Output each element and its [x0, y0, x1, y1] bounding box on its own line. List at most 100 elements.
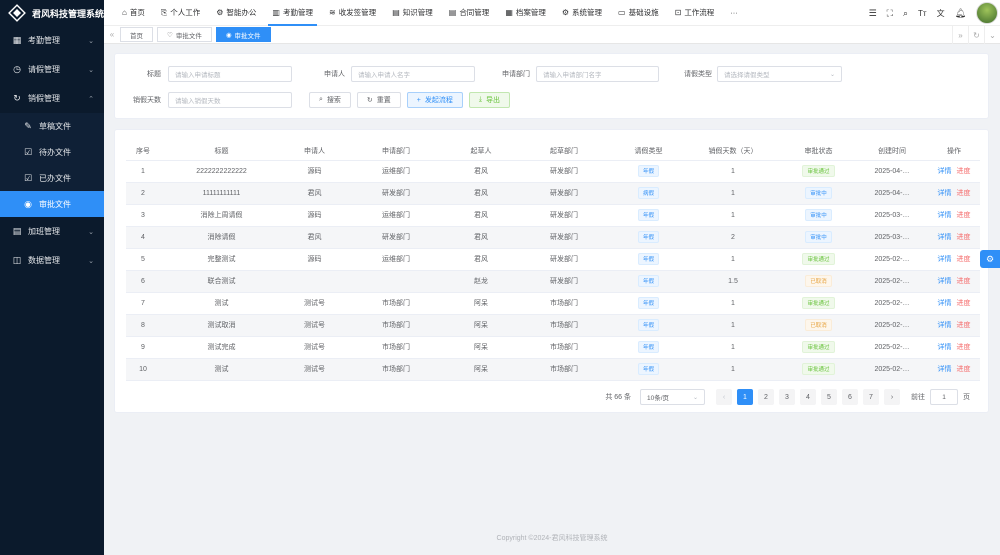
row-days: 1.5: [685, 270, 781, 293]
row-drafter: 君风: [446, 182, 516, 205]
topnav-item[interactable]: ▥ 考勤管理: [264, 0, 321, 26]
tabs-scroll-left-icon[interactable]: «: [104, 30, 120, 39]
tab-item[interactable]: ♡ 审批文件: [157, 27, 212, 42]
refresh-icon[interactable]: ↻: [968, 26, 984, 44]
next-page-button[interactable]: ›: [884, 389, 900, 405]
topnav-item[interactable]: ⎘ 个人工作: [153, 0, 208, 26]
leave-type-select[interactable]: 请选择请假类型 ⌄: [717, 66, 842, 82]
avatar[interactable]: [976, 2, 998, 24]
row-index: 5: [126, 248, 160, 271]
progress-link[interactable]: 进度: [957, 168, 971, 175]
detail-link[interactable]: 详情: [938, 168, 952, 175]
row-leave-type: 年假: [612, 292, 685, 315]
topnav-item[interactable]: ⊡ 工作流程: [667, 0, 723, 26]
tab-item[interactable]: ◉ 审批文件: [215, 27, 271, 42]
sidebar-item[interactable]: ◷ 请假管理 ⌄: [0, 55, 104, 84]
applicant-input[interactable]: 请输入申请人名字: [351, 66, 475, 82]
submenu-item[interactable]: ☑ 已办文件: [0, 165, 104, 191]
search-icon[interactable]: ⌕: [903, 8, 908, 19]
page-number-button[interactable]: 6: [842, 389, 858, 405]
progress-link[interactable]: 进度: [957, 212, 971, 219]
topnav-item[interactable]: ⚙ 系统管理: [554, 0, 610, 26]
page-number-button[interactable]: 1: [737, 389, 753, 405]
dept-input[interactable]: 请输入申请部门名字: [536, 66, 659, 82]
leave-type-badge: 年假: [637, 209, 659, 221]
title-input[interactable]: 请输入申请标题: [168, 66, 292, 82]
detail-link[interactable]: 详情: [938, 212, 952, 219]
detail-link[interactable]: 详情: [938, 190, 952, 197]
row-drafter: 阿呆: [446, 292, 516, 315]
detail-link[interactable]: 详情: [938, 300, 952, 307]
sidebar-item[interactable]: ↻ 销假管理 ⌃: [0, 84, 104, 113]
topnav-item[interactable]: ▤ 合同管理: [441, 0, 498, 26]
settings-gear-icon[interactable]: ⚙: [980, 250, 1000, 268]
page-size-select[interactable]: 10条/页 ⌄: [640, 389, 705, 405]
translate-icon[interactable]: 文: [937, 8, 945, 19]
progress-link[interactable]: 进度: [957, 278, 971, 285]
sidebar-item-label: 已办文件: [39, 173, 71, 183]
tab-label: 审批文件: [234, 32, 261, 40]
status-badge: 审批中: [805, 187, 832, 199]
sidebar-item[interactable]: ▤ 加班管理 ⌄: [0, 217, 104, 246]
row-leave-type: 年假: [612, 336, 685, 359]
sidebar-item[interactable]: ◫ 数据管理 ⌄: [0, 246, 104, 275]
detail-link[interactable]: 详情: [938, 322, 952, 329]
progress-link[interactable]: 进度: [957, 322, 971, 329]
topnav-item[interactable]: ▦ 档案管理: [497, 0, 554, 26]
sidebar-item[interactable]: ▦ 考勤管理 ⌄: [0, 26, 104, 55]
submenu-item[interactable]: ✎ 草稿文件: [0, 113, 104, 139]
days-input[interactable]: 请输入销假天数: [168, 92, 292, 108]
sidebar-item-label: 审批文件: [39, 199, 71, 209]
detail-link[interactable]: 详情: [938, 278, 952, 285]
topnav-item[interactable]: ⌂ 首页: [114, 0, 153, 26]
detail-link[interactable]: 详情: [938, 256, 952, 263]
submenu-item[interactable]: ☑ 待办文件: [0, 139, 104, 165]
topnav-item[interactable]: ⚙ 智能办公: [208, 0, 264, 26]
bell-icon[interactable]: 🔔︎: [955, 8, 966, 19]
row-dept: 研发部门: [346, 182, 446, 205]
page-number-button[interactable]: 5: [821, 389, 837, 405]
page-number-button[interactable]: 2: [758, 389, 774, 405]
page-number-button[interactable]: 7: [863, 389, 879, 405]
detail-link[interactable]: 详情: [938, 344, 952, 351]
logo-icon: [8, 4, 26, 22]
row-drafter: 君风: [446, 160, 516, 183]
tab-label: 审批文件: [175, 32, 202, 40]
progress-link[interactable]: 进度: [957, 366, 971, 373]
row-created-time: 2025-02-…: [856, 270, 928, 293]
tabs-dropdown-icon[interactable]: ⌄: [984, 26, 1000, 44]
fullscreen-icon[interactable]: ⛶: [887, 8, 893, 19]
app-logo[interactable]: 君风科技管理系统: [0, 0, 104, 26]
topnav-item[interactable]: ···: [722, 0, 746, 26]
tabs-scroll-right-icon[interactable]: »: [952, 26, 968, 44]
menu-icon[interactable]: ☰: [869, 8, 877, 19]
start-process-button[interactable]: + 发起流程: [406, 92, 463, 108]
submenu-item[interactable]: ◉ 审批文件: [0, 191, 104, 217]
table-row: 5 完整测试 源码 运维部门 君风 研发部门 年假 1 审批通过 2025-02-… 详情 进度: [126, 248, 980, 271]
search-button[interactable]: ⌕ 搜索: [309, 92, 351, 108]
progress-link[interactable]: 进度: [957, 300, 971, 307]
detail-link[interactable]: 详情: [938, 366, 952, 373]
prev-page-button[interactable]: ‹: [716, 389, 732, 405]
topnav-item[interactable]: ▭ 基础设施: [610, 0, 667, 26]
page-number-button[interactable]: 3: [779, 389, 795, 405]
progress-link[interactable]: 进度: [957, 256, 971, 263]
progress-link[interactable]: 进度: [957, 344, 971, 351]
export-button[interactable]: ⤓ 导出: [468, 92, 510, 108]
topnav-item[interactable]: ≋ 收发签管理: [321, 0, 384, 26]
leave-type-badge: 病假: [637, 187, 659, 199]
tab-icon: ◉: [225, 31, 232, 39]
topnav-item-icon: ▤: [392, 8, 400, 17]
row-days: 1: [685, 182, 781, 205]
row-dept: 运维部门: [346, 204, 446, 227]
topnav-item[interactable]: ▤ 知识管理: [384, 0, 441, 26]
detail-link[interactable]: 详情: [938, 234, 952, 241]
progress-link[interactable]: 进度: [957, 234, 971, 241]
tab-item[interactable]: 首页: [120, 27, 153, 42]
font-size-icon[interactable]: Tт: [918, 9, 927, 18]
page-number-button[interactable]: 4: [800, 389, 816, 405]
goto-page-input[interactable]: 1: [930, 389, 958, 405]
row-title: 11111111111: [160, 182, 283, 205]
reset-button[interactable]: ↻ 重置: [356, 92, 401, 108]
progress-link[interactable]: 进度: [957, 190, 971, 197]
